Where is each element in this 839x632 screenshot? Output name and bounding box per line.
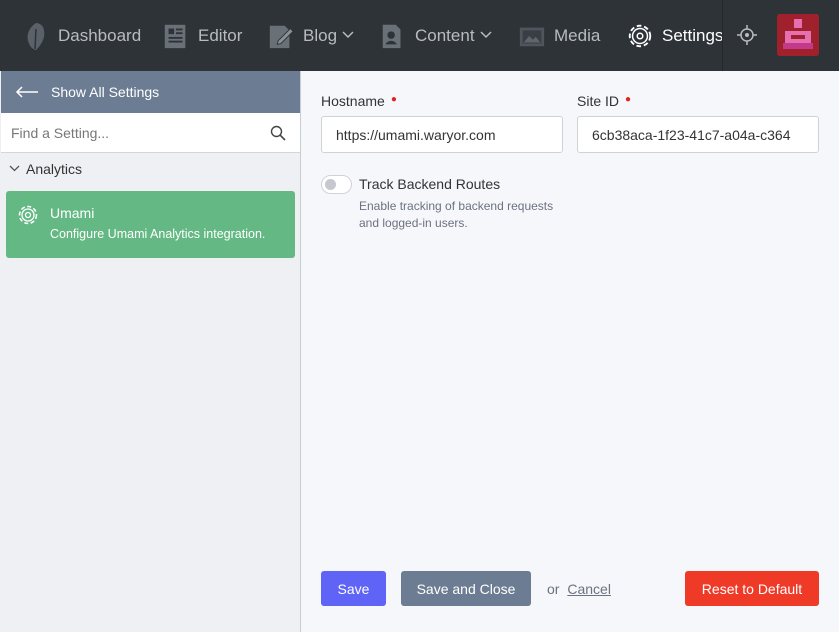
- chevron-down-icon: [9, 164, 20, 175]
- nav-blog[interactable]: Blog: [267, 0, 354, 71]
- site-id-label-text: Site ID: [577, 93, 620, 109]
- nav-divider: [722, 0, 723, 71]
- nav-settings-label: Settings: [662, 25, 724, 45]
- media-icon: [518, 21, 546, 51]
- nav-dashboard[interactable]: Dashboard: [22, 0, 141, 71]
- show-all-settings-button[interactable]: Show All Settings: [1, 71, 300, 113]
- setting-item-title: Umami: [50, 205, 95, 221]
- chevron-down-icon: [480, 30, 492, 42]
- setting-search: [1, 113, 300, 153]
- editor-icon: [162, 21, 190, 51]
- nav-media[interactable]: Media: [518, 0, 600, 71]
- avatar[interactable]: [777, 14, 819, 56]
- or-text: or: [547, 581, 560, 597]
- nav-content-label: Content: [415, 25, 475, 45]
- nav-blog-label: Blog: [303, 25, 338, 45]
- group-header-label: Analytics: [26, 161, 83, 177]
- nav-dashboard-label: Dashboard: [58, 25, 142, 45]
- setting-search-input[interactable]: [1, 124, 251, 141]
- gear-icon: [17, 204, 39, 226]
- required-marker: ●: [625, 94, 632, 105]
- group-header-analytics[interactable]: Analytics: [9, 161, 82, 177]
- leaf-icon: [22, 21, 50, 51]
- nav-editor-label: Editor: [198, 25, 243, 45]
- nav-settings[interactable]: Settings: [626, 0, 723, 71]
- save-button[interactable]: Save: [321, 571, 386, 606]
- settings-form: Hostname● Site ID● Track Backend Routes …: [301, 71, 839, 632]
- cancel-link[interactable]: Cancel: [567, 581, 611, 597]
- save-and-close-button[interactable]: Save and Close: [401, 571, 531, 606]
- nav-content[interactable]: Content: [379, 0, 492, 71]
- setting-item-description: Configure Umami Analytics integration.: [50, 227, 266, 241]
- hostname-field[interactable]: [321, 116, 563, 153]
- settings-sidebar: Show All Settings Analytics Umami Config…: [0, 71, 301, 632]
- chevron-down-icon: [342, 30, 354, 42]
- reset-to-default-button[interactable]: Reset to Default: [685, 571, 819, 606]
- blog-icon: [267, 21, 295, 51]
- hostname-label-text: Hostname: [321, 93, 385, 109]
- nav-editor[interactable]: Editor: [162, 0, 242, 71]
- nav-media-label: Media: [554, 25, 601, 45]
- top-navigation: Dashboard Editor Blog Content Media Sett…: [0, 0, 839, 71]
- hostname-label: Hostname ●: [321, 93, 397, 109]
- site-id-field[interactable]: [577, 116, 819, 153]
- show-all-settings-label: Show All Settings: [51, 84, 160, 100]
- site-id-label: Site ID ●: [577, 93, 631, 109]
- track-backend-label: Track Backend Routes: [359, 176, 501, 192]
- required-marker: ●: [390, 94, 397, 105]
- search-icon[interactable]: [270, 125, 286, 141]
- crosshair-icon[interactable]: [736, 24, 758, 46]
- gear-icon: [626, 21, 654, 51]
- setting-item-umami[interactable]: Umami Configure Umami Analytics integrat…: [6, 191, 295, 258]
- content-icon: [379, 21, 407, 51]
- toggle-knob: [325, 179, 336, 190]
- track-backend-toggle[interactable]: [321, 175, 352, 194]
- arrow-left-icon: [15, 85, 39, 99]
- or-cancel: or Cancel: [547, 581, 611, 597]
- track-backend-help: Enable tracking of backend requests and …: [359, 199, 554, 230]
